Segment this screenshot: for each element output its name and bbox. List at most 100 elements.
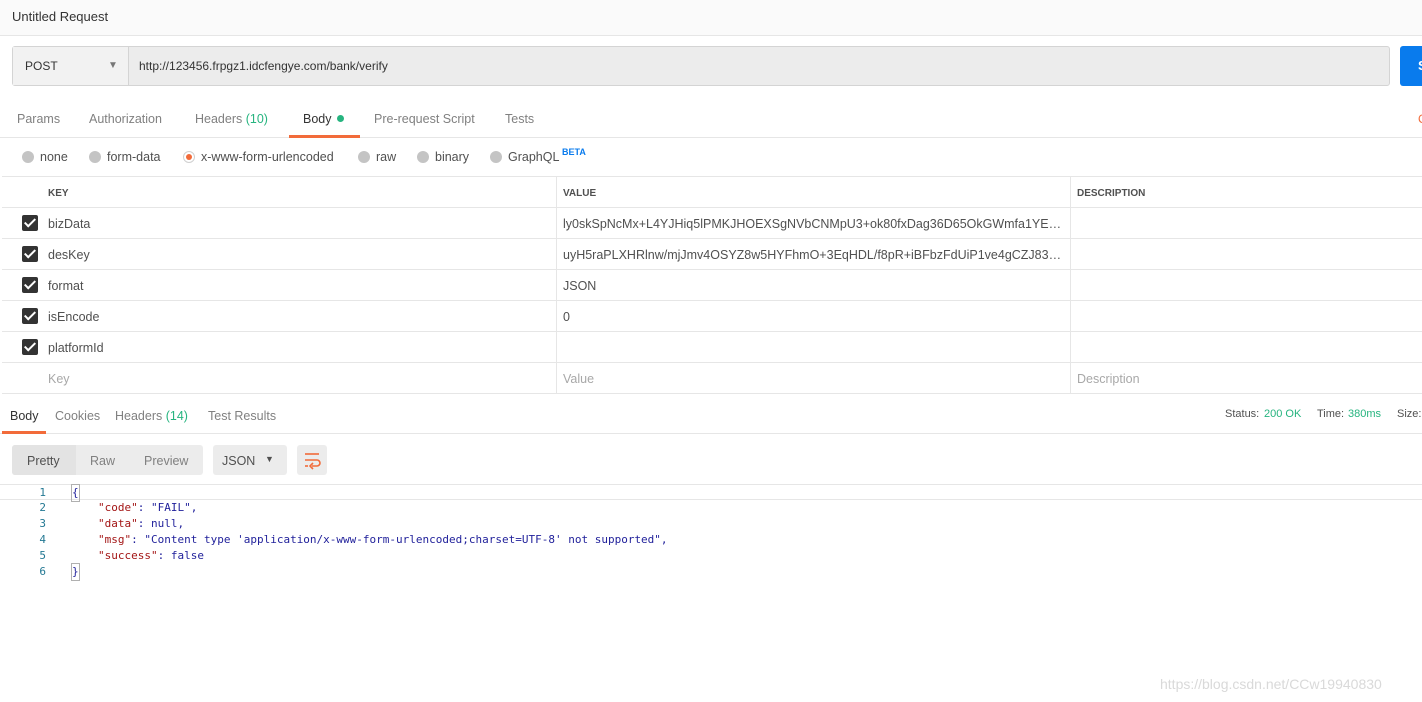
row-checkbox[interactable] <box>22 246 38 262</box>
param-description[interactable] <box>1071 332 1422 362</box>
view-pretty-button[interactable]: Pretty <box>27 454 60 468</box>
tab-tests[interactable]: Tests <box>505 112 534 126</box>
body-indicator-dot <box>336 115 344 122</box>
line-number: 2 <box>39 501 46 514</box>
tab-response-cookies[interactable]: Cookies <box>55 409 100 423</box>
tab-body-label: Body <box>303 112 332 126</box>
json-key: "msg" <box>98 533 132 546</box>
tab-response-headers[interactable]: Headers (14) <box>115 409 188 423</box>
wrap-lines-button[interactable] <box>297 445 327 475</box>
code-line: 2 "code": "FAIL", <box>0 500 1422 516</box>
param-value[interactable]: uyH5raPLXHRlnw/mjJmv4OSYZ8w5HYFhmO+3EqHD… <box>557 239 1071 269</box>
format-select[interactable]: JSON ▼ <box>213 445 287 475</box>
row-checkbox-cell <box>2 363 42 393</box>
response-active-tab-underline <box>2 431 46 434</box>
json-key: "data" <box>98 517 138 530</box>
time-value-text: 380ms <box>1348 408 1382 420</box>
radio-circle <box>358 151 370 163</box>
tab-headers-label: Headers <box>195 112 243 126</box>
size-label: Size: <box>1397 408 1422 420</box>
time-value[interactable]: 380ms <box>1348 408 1381 420</box>
param-description[interactable] <box>1071 239 1422 269</box>
tab-authorization[interactable]: Authorization <box>89 112 162 126</box>
code-text: "msg": "Content type 'application/x-www-… <box>98 532 668 548</box>
body-type-radios: none form-data x-www-form-urlencoded raw… <box>0 140 1422 176</box>
chevron-down-icon: ▼ <box>108 60 118 71</box>
code-text: "code": "FAIL", <box>98 500 197 516</box>
tab-pre-request-script[interactable]: Pre-request Script <box>374 112 475 126</box>
row-checkbox-cell <box>2 301 42 331</box>
request-tabs: Params Authorization Headers (10) Body P… <box>0 98 1422 138</box>
tab-response-body[interactable]: Body <box>10 409 39 423</box>
code-line: 6 } <box>0 563 1422 581</box>
line-number: 3 <box>39 517 46 530</box>
row-checkbox[interactable] <box>22 339 38 355</box>
radio-urlencoded-label: x-www-form-urlencoded <box>201 150 334 164</box>
tab-body[interactable]: Body <box>303 112 344 126</box>
param-key[interactable]: format <box>42 270 557 300</box>
view-mode-group: Pretty Raw Preview <box>12 445 203 475</box>
param-description[interactable] <box>1071 208 1422 238</box>
tab-headers[interactable]: Headers (10) <box>195 112 268 126</box>
radio-circle <box>89 151 101 163</box>
param-value[interactable] <box>557 332 1071 362</box>
request-title[interactable]: Untitled Request <box>12 9 108 24</box>
line-number: 1 <box>39 486 46 499</box>
code-text: "success": false <box>98 548 204 564</box>
row-checkbox-cell <box>2 332 42 362</box>
table-row: isEncode 0 <box>2 301 1422 332</box>
radio-graphql-label: GraphQL <box>508 150 560 164</box>
url-input[interactable]: http://123456.frpgz1.idcfengye.com/bank/… <box>139 59 388 73</box>
code-line: 4 "msg": "Content type 'application/x-ww… <box>0 532 1422 548</box>
new-key-input[interactable]: Key <box>42 363 557 393</box>
param-key[interactable]: bizData <box>42 208 557 238</box>
table-header-row: KEY VALUE DESCRIPTION <box>2 177 1422 208</box>
row-checkbox-cell <box>2 239 42 269</box>
params-table: KEY VALUE DESCRIPTION bizData ly0skSpNcM… <box>2 176 1422 394</box>
response-code-view[interactable]: 1 { 2 "code": "FAIL", 3 "data": null, 4 … <box>0 484 1422 594</box>
row-checkbox[interactable] <box>22 277 38 293</box>
param-description[interactable] <box>1071 270 1422 300</box>
line-number: 5 <box>39 549 46 562</box>
param-description[interactable] <box>1071 301 1422 331</box>
param-key[interactable]: desKey <box>42 239 557 269</box>
row-checkbox[interactable] <box>22 308 38 324</box>
view-raw-button[interactable]: Raw <box>90 454 115 468</box>
table-row: platformId <box>2 332 1422 363</box>
code-line: 1 { <box>0 484 1422 502</box>
beta-badge: BETA <box>562 147 586 157</box>
code-text: "data": null, <box>98 516 184 532</box>
new-description-input[interactable]: Description <box>1071 363 1422 393</box>
url-bar: POST ▼ http://123456.frpgz1.idcfengye.co… <box>12 46 1390 86</box>
param-value[interactable]: JSON <box>557 270 1071 300</box>
param-key[interactable]: isEncode <box>42 301 557 331</box>
response-tabs: Body Cookies Headers (14) Test Results S… <box>0 396 1422 434</box>
new-param-row: Key Value Description <box>2 363 1422 394</box>
method-select[interactable]: POST ▼ <box>13 47 129 85</box>
tab-test-results[interactable]: Test Results <box>208 409 276 423</box>
radio-form-data-label: form-data <box>107 150 161 164</box>
method-label: POST <box>25 59 58 73</box>
radio-binary-label: binary <box>435 150 470 164</box>
status-value[interactable]: 200 OK <box>1264 408 1301 420</box>
code-line: 3 "data": null, <box>0 516 1422 532</box>
view-preview-button[interactable]: Preview <box>144 454 188 468</box>
send-button[interactable]: S <box>1400 46 1422 86</box>
cookies-link[interactable]: C <box>1418 112 1422 126</box>
line-number: 4 <box>39 533 46 546</box>
json-value: : "FAIL", <box>137 501 198 514</box>
watermark: https://blog.csdn.net/CCw19940830 <box>1160 676 1382 692</box>
row-checkbox[interactable] <box>22 215 38 231</box>
row-checkbox-cell <box>2 270 42 300</box>
param-key[interactable]: platformId <box>42 332 557 362</box>
table-row: desKey uyH5raPLXHRlnw/mjJmv4OSYZ8w5HYFhm… <box>2 239 1422 270</box>
radio-circle <box>417 151 429 163</box>
title-bar: Untitled Request <box>0 0 1422 36</box>
param-value[interactable]: 0 <box>557 301 1071 331</box>
tab-params[interactable]: Params <box>17 112 60 126</box>
param-value[interactable]: ly0skSpNcMx+L4YJHiq5lPMKJHOEXSgNVbCNMpU3… <box>557 208 1071 238</box>
column-header-value: VALUE <box>557 177 1071 207</box>
new-value-input[interactable]: Value <box>557 363 1071 393</box>
row-checkbox-cell <box>2 208 42 238</box>
code-text: { <box>71 484 80 502</box>
